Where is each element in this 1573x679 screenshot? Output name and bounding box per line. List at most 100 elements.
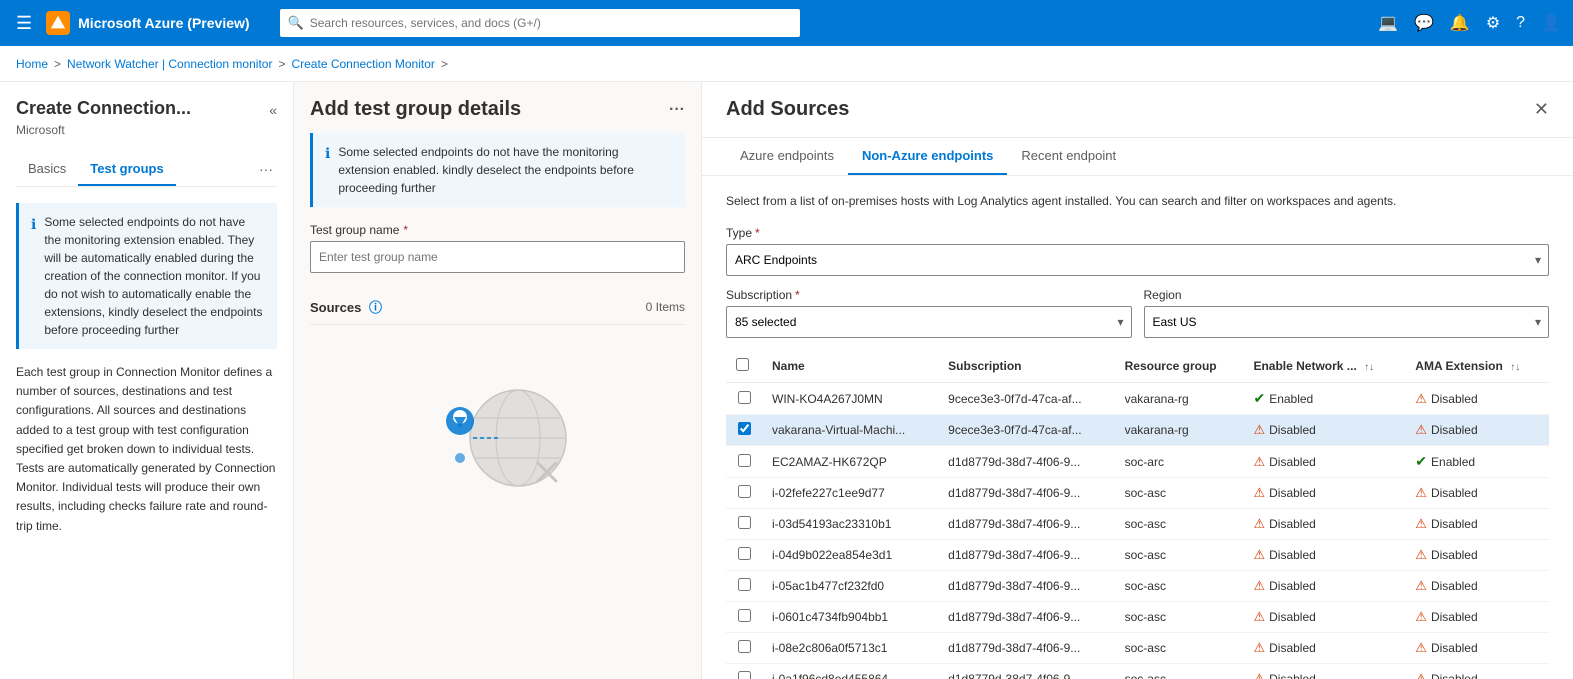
- row-checkbox-3[interactable]: [738, 485, 751, 498]
- sidebar-info-box: ℹ Some selected endpoints do not have th…: [16, 203, 277, 349]
- table-cell-enable-network: ⚠ Disabled: [1243, 478, 1405, 509]
- table-header-enable-network[interactable]: Enable Network ... ↑↓: [1243, 350, 1405, 383]
- ama-warning-icon: ⚠: [1415, 547, 1427, 563]
- table-cell-checkbox: [726, 571, 762, 602]
- select-all-checkbox[interactable]: [736, 358, 749, 371]
- sidebar-tabs: Basics Test groups ···: [16, 153, 277, 187]
- tab-azure-endpoints[interactable]: Azure endpoints: [726, 138, 848, 175]
- ama-extension-text: Disabled: [1431, 392, 1478, 406]
- subscription-region-row: Subscription * 85 selected ▾ Region: [726, 288, 1549, 338]
- enable-network-text: Disabled: [1269, 455, 1316, 469]
- breadcrumb-create-connection[interactable]: Create Connection Monitor: [291, 57, 434, 71]
- table-cell-enable-network: ⚠ Disabled: [1243, 446, 1405, 478]
- region-select[interactable]: East US: [1144, 306, 1550, 338]
- test-group-label: Test group name *: [310, 223, 685, 237]
- table-cell-resource-group: vakarana-rg: [1115, 383, 1244, 415]
- sidebar-tab-menu[interactable]: ···: [255, 153, 277, 186]
- search-icon: 🔍: [288, 15, 304, 31]
- enable-network-text: Disabled: [1269, 548, 1316, 562]
- sources-section-header: Sources ⓘ 0 Items: [310, 289, 685, 325]
- center-alert-box: ℹ Some selected endpoints do not have th…: [310, 133, 685, 207]
- row-checkbox-2[interactable]: [738, 454, 751, 467]
- row-checkbox-5[interactable]: [738, 547, 751, 560]
- ama-check-icon: ✔: [1415, 453, 1427, 470]
- table-row: WIN-KO4A267J0MN 9cece3e3-0f7d-47ca-af...…: [726, 383, 1549, 415]
- test-group-name-input[interactable]: [310, 241, 685, 273]
- ama-warning-icon: ⚠: [1415, 391, 1427, 407]
- table-cell-ama-extension: ⚠ Disabled: [1405, 602, 1549, 633]
- ama-extension-text: Enabled: [1431, 455, 1475, 469]
- row-checkbox-7[interactable]: [738, 609, 751, 622]
- table-row: vakarana-Virtual-Machi... 9cece3e3-0f7d-…: [726, 415, 1549, 446]
- sources-empty-state: [310, 333, 685, 533]
- close-button[interactable]: ✕: [1534, 99, 1549, 120]
- notifications-icon[interactable]: 🔔: [1450, 13, 1470, 33]
- enable-network-warning-icon: ⚠: [1253, 609, 1265, 625]
- table-cell-ama-extension: ⚠ Disabled: [1405, 478, 1549, 509]
- row-checkbox-8[interactable]: [738, 640, 751, 653]
- required-marker: *: [403, 223, 408, 237]
- table-cell-subscription: d1d8779d-38d7-4f06-9...: [938, 664, 1114, 679]
- table-cell-name: vakarana-Virtual-Machi...: [762, 415, 938, 446]
- sidebar-tab-testgroups[interactable]: Test groups: [78, 153, 175, 186]
- hamburger-button[interactable]: ☰: [12, 9, 36, 38]
- row-checkbox-4[interactable]: [738, 516, 751, 529]
- row-checkbox-1[interactable]: [738, 422, 751, 435]
- table-header-ama-extension[interactable]: AMA Extension ↑↓: [1405, 350, 1549, 383]
- type-select[interactable]: ARC Endpoints Log Analytics agents: [726, 244, 1549, 276]
- right-panel-header: Add Sources ✕: [702, 82, 1573, 138]
- sources-items-count: 0 Items: [646, 300, 685, 314]
- row-checkbox-6[interactable]: [738, 578, 751, 591]
- enable-network-text: Disabled: [1269, 423, 1316, 437]
- table-cell-name: WIN-KO4A267J0MN: [762, 383, 938, 415]
- settings-icon[interactable]: ⚙: [1486, 13, 1500, 33]
- table-row: i-05ac1b477cf232fd0 d1d8779d-38d7-4f06-9…: [726, 571, 1549, 602]
- sidebar-info-text: Some selected endpoints do not have the …: [44, 213, 265, 339]
- ama-extension-text: Disabled: [1431, 641, 1478, 655]
- table-cell-resource-group: soc-asc: [1115, 633, 1244, 664]
- test-group-form-row: Test group name *: [310, 223, 685, 273]
- profile-icon[interactable]: 👤: [1541, 13, 1561, 33]
- table-row: i-08e2c806a0f5713c1 d1d8779d-38d7-4f06-9…: [726, 633, 1549, 664]
- azure-logo: [46, 11, 70, 35]
- table-cell-ama-extension: ⚠ Disabled: [1405, 571, 1549, 602]
- row-checkbox-0[interactable]: [738, 391, 751, 404]
- table-cell-resource-group: soc-asc: [1115, 571, 1244, 602]
- sidebar: Create Connection... « Microsoft Basics …: [0, 82, 294, 679]
- table-cell-resource-group: soc-arc: [1115, 446, 1244, 478]
- sidebar-collapse-button[interactable]: «: [269, 102, 277, 118]
- ama-extension-text: Disabled: [1431, 486, 1478, 500]
- table-cell-name: i-03d54193ac23310b1: [762, 509, 938, 540]
- center-panel-menu[interactable]: ···: [669, 101, 685, 119]
- table-cell-subscription: d1d8779d-38d7-4f06-9...: [938, 540, 1114, 571]
- enable-network-warning-icon: ⚠: [1253, 454, 1265, 470]
- table-cell-checkbox: [726, 383, 762, 415]
- table-cell-enable-network: ⚠ Disabled: [1243, 602, 1405, 633]
- help-icon[interactable]: ?: [1516, 14, 1525, 32]
- table-cell-enable-network: ⚠ Disabled: [1243, 509, 1405, 540]
- table-cell-enable-network: ⚠ Disabled: [1243, 664, 1405, 679]
- search-input[interactable]: [310, 16, 792, 30]
- feedback-icon[interactable]: 💬: [1414, 13, 1434, 33]
- breadcrumb-home[interactable]: Home: [16, 57, 48, 71]
- sidebar-tab-basics[interactable]: Basics: [16, 153, 78, 186]
- table-cell-resource-group: soc-asc: [1115, 602, 1244, 633]
- nav-search-box[interactable]: 🔍: [280, 9, 800, 37]
- table-cell-subscription: d1d8779d-38d7-4f06-9...: [938, 633, 1114, 664]
- breadcrumb-sep-3: >: [441, 57, 448, 71]
- table-cell-subscription: 9cece3e3-0f7d-47ca-af...: [938, 383, 1114, 415]
- row-checkbox-9[interactable]: [738, 671, 751, 679]
- table-cell-subscription: d1d8779d-38d7-4f06-9...: [938, 478, 1114, 509]
- tab-recent-endpoint[interactable]: Recent endpoint: [1007, 138, 1130, 175]
- table-cell-checkbox: [726, 478, 762, 509]
- ama-warning-icon: ⚠: [1415, 671, 1427, 679]
- sources-info-icon[interactable]: ⓘ: [369, 300, 382, 315]
- breadcrumb-network-watcher[interactable]: Network Watcher | Connection monitor: [67, 57, 272, 71]
- subscription-select[interactable]: 85 selected: [726, 306, 1132, 338]
- table-row: i-03d54193ac23310b1 d1d8779d-38d7-4f06-9…: [726, 509, 1549, 540]
- tab-non-azure-endpoints[interactable]: Non-Azure endpoints: [848, 138, 1007, 175]
- cloud-shell-icon[interactable]: 💻: [1378, 13, 1398, 33]
- nav-icons: 💻 💬 🔔 ⚙ ? 👤: [1378, 13, 1561, 33]
- region-label: Region: [1144, 288, 1550, 302]
- ama-extension-text: Disabled: [1431, 423, 1478, 437]
